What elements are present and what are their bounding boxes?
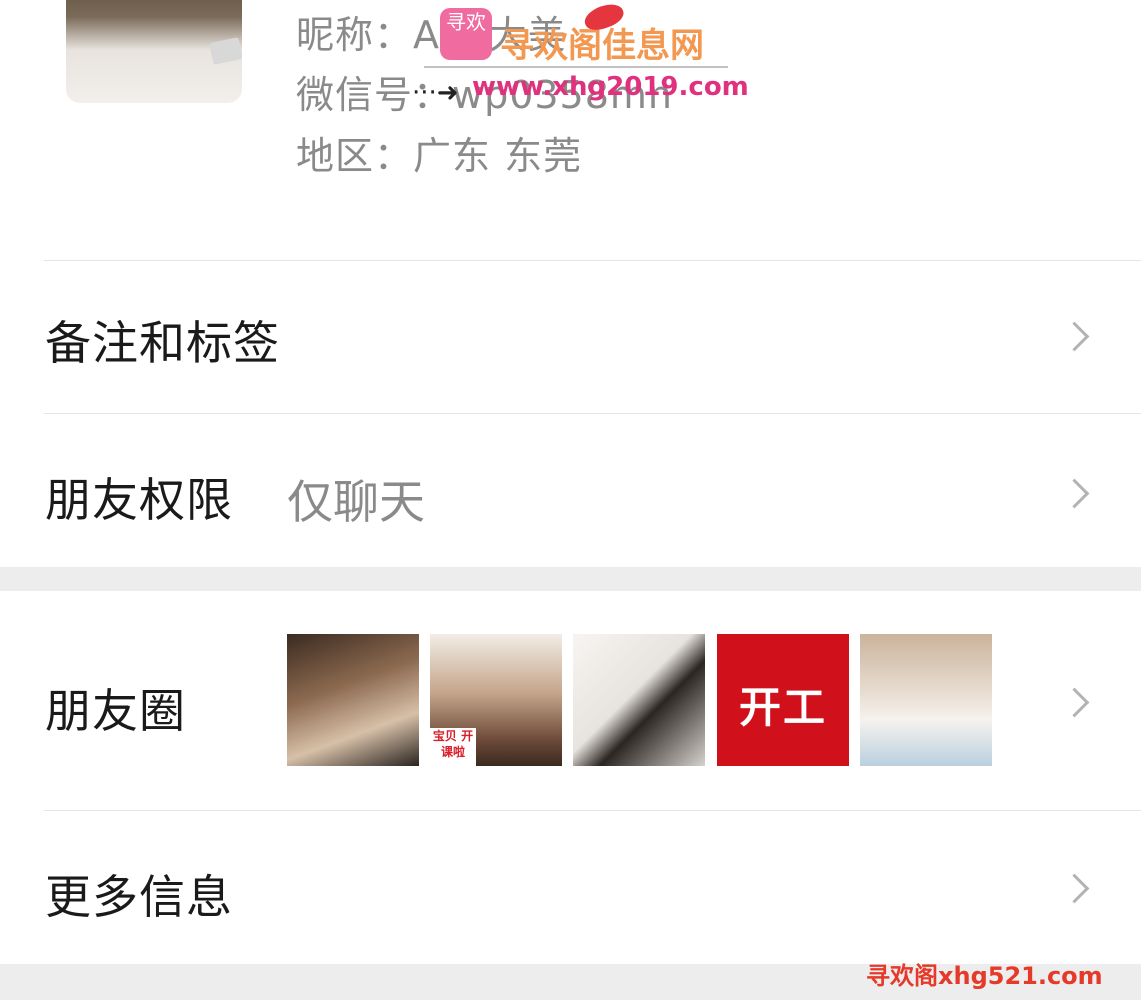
thumbnail-text: 开工 xyxy=(738,683,827,732)
region-line: 地区：广东 东莞 xyxy=(296,134,583,178)
watermark-url: www.xhg2019.com xyxy=(472,72,749,102)
moments-thumbnail[interactable]: 开工 xyxy=(717,634,849,766)
watermark-rule xyxy=(424,66,728,68)
remarks-tags-label: 备注和标签 xyxy=(45,316,280,370)
section-gap xyxy=(0,567,1141,591)
friend-permissions-value: 仅聊天 xyxy=(287,475,425,529)
friend-permissions-label: 朋友权限 xyxy=(45,473,233,527)
more-info-row[interactable]: 更多信息 xyxy=(0,811,1141,963)
moments-thumbnail[interactable] xyxy=(287,634,419,766)
chevron-right-icon xyxy=(1059,321,1090,352)
friend-permissions-row[interactable]: 朋友权限 仅聊天 xyxy=(0,414,1141,566)
watermark-logo: 寻欢 xyxy=(440,8,492,60)
phone-in-photo xyxy=(209,37,242,65)
chevron-right-icon xyxy=(1059,873,1090,904)
remarks-tags-row[interactable]: 备注和标签 xyxy=(0,261,1141,413)
chevron-right-icon xyxy=(1059,478,1090,509)
watermark-arrow-icon: ···➜ xyxy=(412,78,459,108)
moments-thumbnail[interactable] xyxy=(860,634,992,766)
bottom-watermark: 寻欢阁xhg521.com xyxy=(866,962,1103,990)
moments-thumbnail[interactable]: 宝贝 开课啦 xyxy=(430,634,562,766)
moments-thumbnail[interactable] xyxy=(573,634,705,766)
chevron-right-icon xyxy=(1059,687,1090,718)
thumbnail-sticker: 宝贝 开课啦 xyxy=(430,728,476,766)
profile-avatar[interactable] xyxy=(66,0,242,103)
more-info-label: 更多信息 xyxy=(45,870,233,924)
moments-label: 朋友圈 xyxy=(45,684,186,738)
